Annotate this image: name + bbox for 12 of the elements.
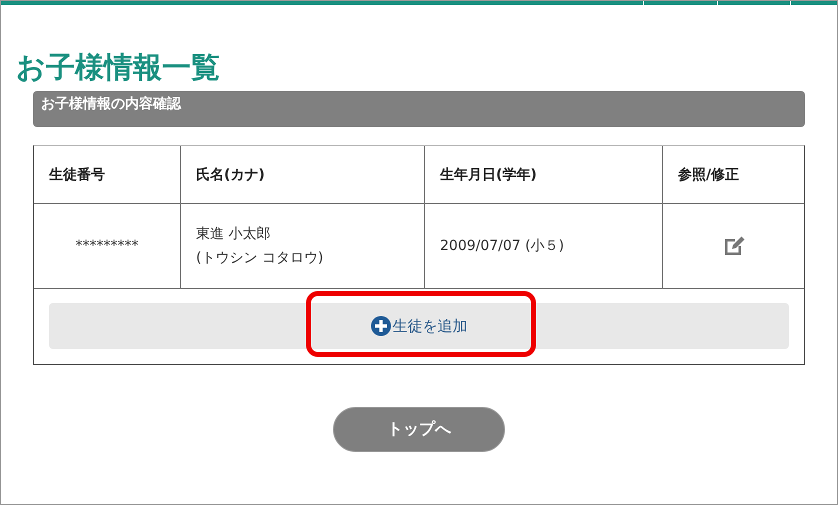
birth-date: 2009/07/07 (小５) (425, 204, 663, 288)
section-title: お子様情報の内容確認 (41, 95, 181, 113)
top-button[interactable]: トップへ (333, 407, 505, 452)
column-header: 生徒番号 (34, 146, 181, 203)
column-header: 生年月日(学年) (425, 146, 663, 203)
add-icon (370, 316, 390, 336)
student-name: 東進 小太郎 (トウシン コタロウ) (196, 225, 324, 268)
page-title: お子様情報一覧 (16, 49, 221, 85)
student-number: ********* (34, 204, 181, 288)
column-header: 氏名(カナ) (181, 146, 425, 203)
column-header: 参照/修正 (677, 166, 740, 184)
add-student-button[interactable]: 生徒を追加 (49, 303, 789, 349)
